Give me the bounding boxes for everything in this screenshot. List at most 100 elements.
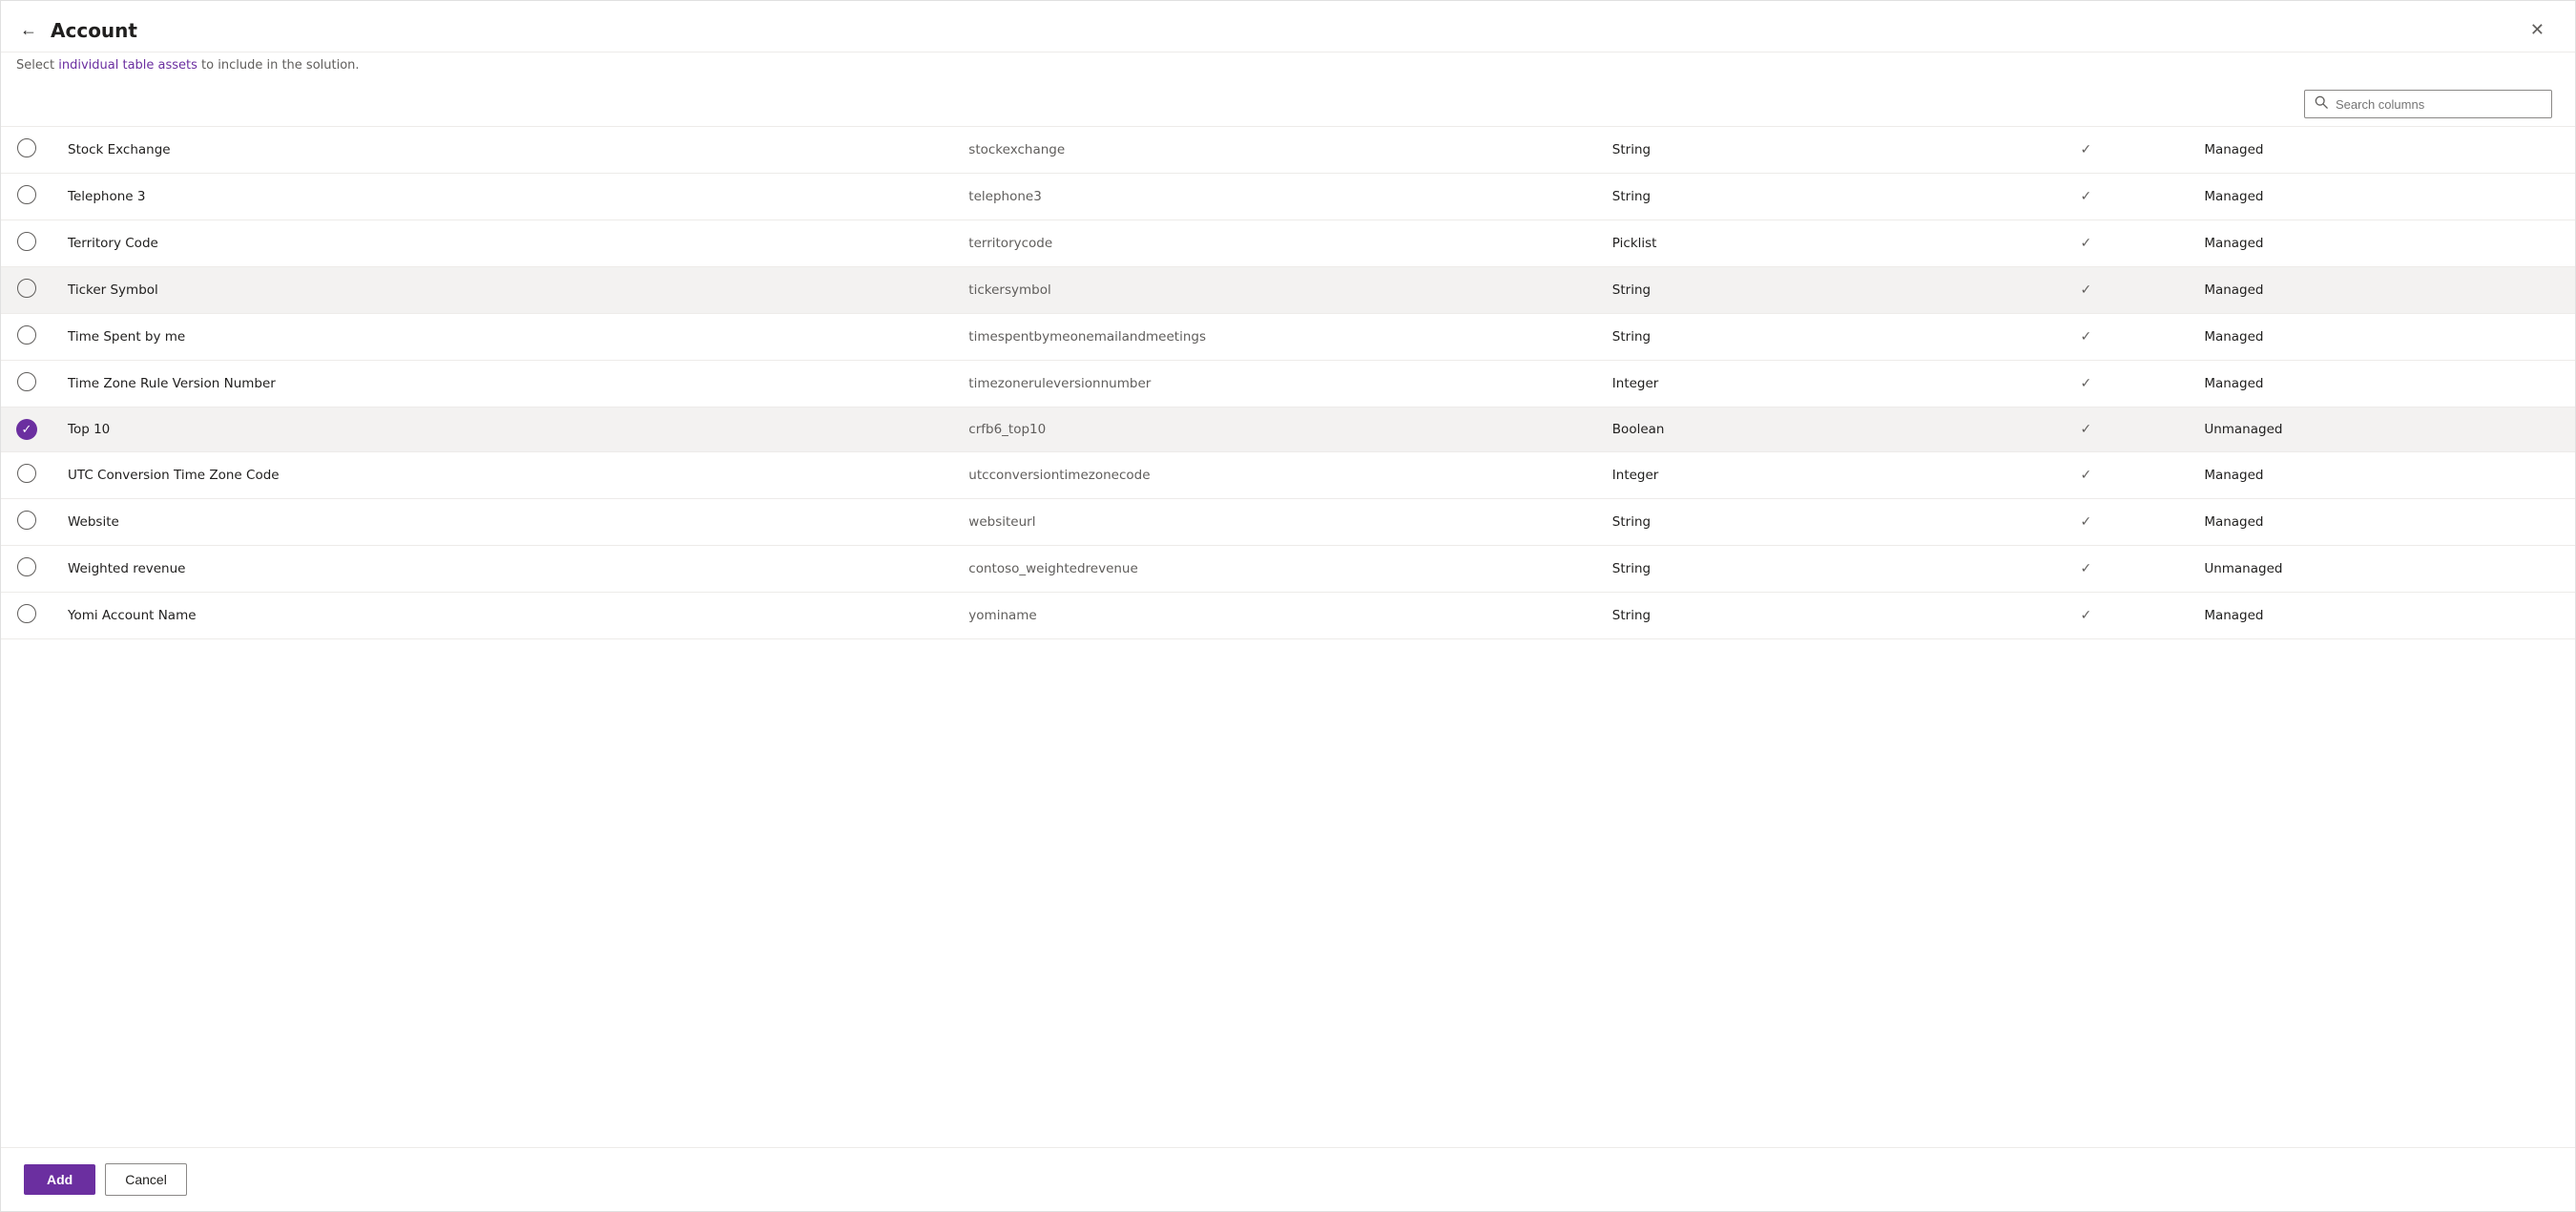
row-checkbox-cell[interactable] — [1, 546, 52, 593]
checkbox-unchecked[interactable] — [17, 138, 36, 157]
dialog-header: ← Account ✕ — [1, 1, 2575, 52]
row-display-name: Time Spent by me — [52, 314, 953, 361]
row-has-check: ✓ — [1983, 174, 2189, 220]
checkbox-unchecked[interactable] — [17, 372, 36, 391]
row-logical-name: utcconversiontimezonecode — [953, 452, 1597, 499]
row-checkbox-cell[interactable] — [1, 361, 52, 407]
row-managed-status: Managed — [2189, 499, 2575, 546]
row-logical-name: telephone3 — [953, 174, 1597, 220]
checkbox-unchecked[interactable] — [17, 279, 36, 298]
table-row[interactable]: Weighted revenuecontoso_weightedrevenueS… — [1, 546, 2575, 593]
search-input[interactable] — [2336, 97, 2542, 112]
dialog-footer: Add Cancel — [1, 1147, 2575, 1211]
check-icon: ✓ — [2081, 468, 2092, 483]
row-has-check: ✓ — [1983, 546, 2189, 593]
checkbox-unchecked[interactable] — [17, 604, 36, 623]
checkbox-unchecked[interactable] — [17, 185, 36, 204]
checkbox-unchecked[interactable] — [17, 557, 36, 576]
row-managed-status: Managed — [2189, 593, 2575, 639]
back-icon: ← — [20, 20, 37, 40]
row-has-check: ✓ — [1983, 220, 2189, 267]
table-row[interactable]: Stock ExchangestockexchangeString✓Manage… — [1, 127, 2575, 174]
back-button[interactable]: ← — [16, 16, 41, 44]
row-type: String — [1597, 593, 1984, 639]
row-checkbox-cell[interactable] — [1, 407, 52, 452]
row-display-name: Website — [52, 499, 953, 546]
checkbox-unchecked[interactable] — [17, 464, 36, 483]
row-has-check: ✓ — [1983, 361, 2189, 407]
checkbox-unchecked[interactable] — [17, 325, 36, 345]
header-left: ← Account — [16, 16, 137, 44]
close-button[interactable]: ✕ — [2523, 16, 2552, 44]
row-display-name: Yomi Account Name — [52, 593, 953, 639]
checkbox-unchecked[interactable] — [17, 232, 36, 251]
table-row[interactable]: Time Spent by metimespentbymeonemailandm… — [1, 314, 2575, 361]
row-logical-name: contoso_weightedrevenue — [953, 546, 1597, 593]
search-box[interactable] — [2304, 90, 2552, 118]
row-display-name: UTC Conversion Time Zone Code — [52, 452, 953, 499]
table-row[interactable]: Time Zone Rule Version Numbertimezonerul… — [1, 361, 2575, 407]
table-row[interactable]: Ticker SymboltickersymbolString✓Managed — [1, 267, 2575, 314]
account-dialog: ← Account ✕ Select individual table asse… — [0, 0, 2576, 1212]
row-checkbox-cell[interactable] — [1, 174, 52, 220]
table-row[interactable]: UTC Conversion Time Zone Codeutcconversi… — [1, 452, 2575, 499]
table-row[interactable]: Top 10crfb6_top10Boolean✓Unmanaged — [1, 407, 2575, 452]
row-display-name: Top 10 — [52, 407, 953, 452]
row-checkbox-cell[interactable] — [1, 499, 52, 546]
table-row[interactable]: Telephone 3telephone3String✓Managed — [1, 174, 2575, 220]
row-checkbox-cell[interactable] — [1, 220, 52, 267]
row-type: Boolean — [1597, 407, 1984, 452]
row-logical-name: yominame — [953, 593, 1597, 639]
row-checkbox-cell[interactable] — [1, 452, 52, 499]
row-managed-status: Managed — [2189, 220, 2575, 267]
row-display-name: Stock Exchange — [52, 127, 953, 174]
check-icon: ✓ — [2081, 282, 2092, 298]
row-type: String — [1597, 314, 1984, 361]
checkbox-checked[interactable] — [16, 419, 37, 440]
row-has-check: ✓ — [1983, 499, 2189, 546]
cancel-button[interactable]: Cancel — [105, 1163, 187, 1196]
row-managed-status: Managed — [2189, 361, 2575, 407]
row-type: String — [1597, 267, 1984, 314]
row-has-check: ✓ — [1983, 407, 2189, 452]
check-icon: ✓ — [2081, 422, 2092, 437]
row-checkbox-cell[interactable] — [1, 593, 52, 639]
check-icon: ✓ — [2081, 376, 2092, 391]
toolbar — [1, 82, 2575, 127]
row-has-check: ✓ — [1983, 452, 2189, 499]
row-type: String — [1597, 174, 1984, 220]
row-type: Integer — [1597, 361, 1984, 407]
row-type: Picklist — [1597, 220, 1984, 267]
columns-table: Stock ExchangestockexchangeString✓Manage… — [1, 127, 2575, 639]
row-checkbox-cell[interactable] — [1, 267, 52, 314]
subtitle-highlight: individual table assets — [58, 58, 197, 73]
row-logical-name: timezoneruleversionnumber — [953, 361, 1597, 407]
checkbox-unchecked[interactable] — [17, 511, 36, 530]
row-managed-status: Managed — [2189, 314, 2575, 361]
row-logical-name: territorycode — [953, 220, 1597, 267]
dialog-title: Account — [51, 19, 137, 42]
dialog-subtitle: Select individual table assets to includ… — [1, 52, 2575, 82]
check-icon: ✓ — [2081, 329, 2092, 345]
row-managed-status: Unmanaged — [2189, 407, 2575, 452]
row-logical-name: tickersymbol — [953, 267, 1597, 314]
row-has-check: ✓ — [1983, 314, 2189, 361]
table-row[interactable]: WebsitewebsiteurlString✓Managed — [1, 499, 2575, 546]
check-icon: ✓ — [2081, 142, 2092, 157]
row-type: String — [1597, 546, 1984, 593]
row-logical-name: timespentbymeonemailandmeetings — [953, 314, 1597, 361]
subtitle-before: Select — [16, 58, 58, 73]
row-checkbox-cell[interactable] — [1, 314, 52, 361]
row-has-check: ✓ — [1983, 267, 2189, 314]
add-button[interactable]: Add — [24, 1164, 95, 1195]
check-icon: ✓ — [2081, 561, 2092, 576]
close-icon: ✕ — [2530, 20, 2545, 40]
row-checkbox-cell[interactable] — [1, 127, 52, 174]
row-display-name: Weighted revenue — [52, 546, 953, 593]
row-display-name: Territory Code — [52, 220, 953, 267]
table-row[interactable]: Yomi Account NameyominameString✓Managed — [1, 593, 2575, 639]
table-row[interactable]: Territory CodeterritorycodePicklist✓Mana… — [1, 220, 2575, 267]
row-display-name: Time Zone Rule Version Number — [52, 361, 953, 407]
row-type: Integer — [1597, 452, 1984, 499]
row-has-check: ✓ — [1983, 593, 2189, 639]
